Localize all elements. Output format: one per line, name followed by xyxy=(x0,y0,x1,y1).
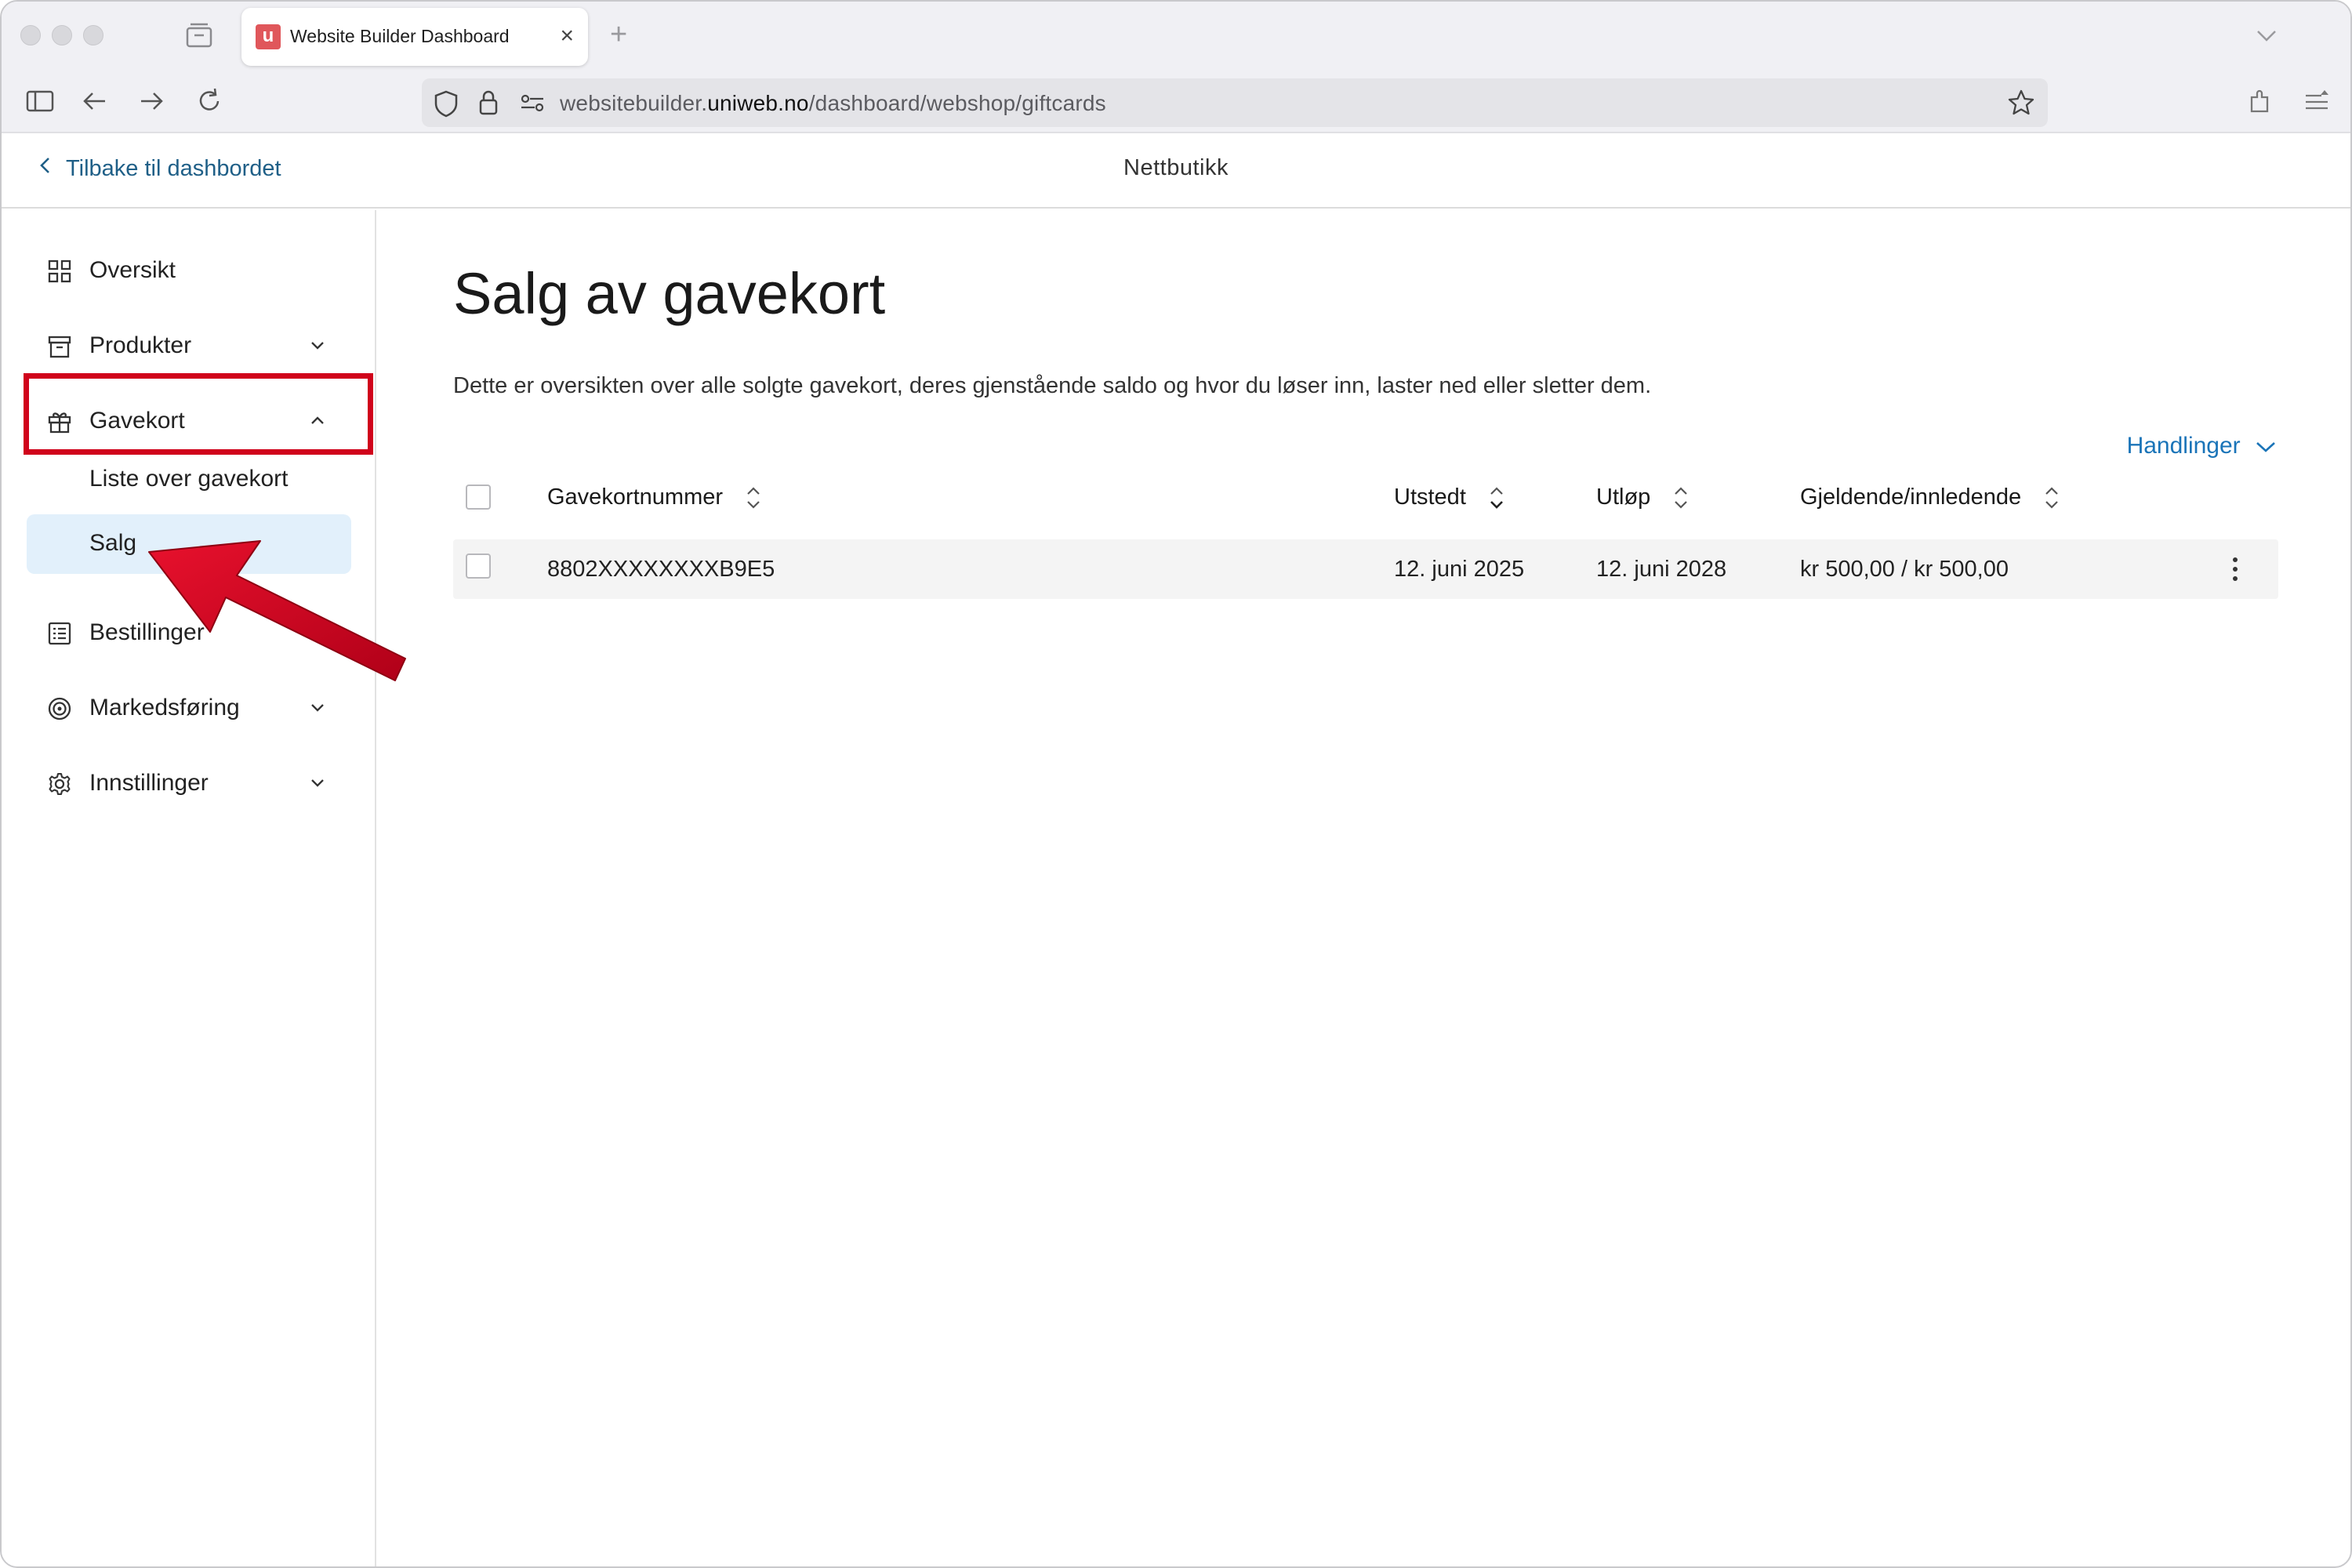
list-icon xyxy=(48,622,71,645)
chevron-up-icon xyxy=(311,416,324,424)
chevron-down-icon xyxy=(311,704,324,712)
sidebar-item-bestillinger[interactable]: Bestillinger xyxy=(27,602,356,663)
sidebar-subitem-label: Salg xyxy=(89,530,137,556)
close-tab-icon[interactable]: × xyxy=(560,20,574,52)
select-all-checkbox[interactable] xyxy=(466,485,491,510)
grid-icon xyxy=(48,260,71,283)
lock-icon[interactable] xyxy=(477,89,500,116)
reload-icon[interactable] xyxy=(194,86,224,116)
tab-overview-icon[interactable] xyxy=(185,22,213,49)
sidebar-item-label: Gavekort xyxy=(89,408,185,434)
close-window-button[interactable] xyxy=(20,25,41,45)
sidebar-item-label: Oversikt xyxy=(89,257,176,283)
table-header: Gavekortnummer Utstedt Utløp Gjeldende/i… xyxy=(453,472,2278,524)
sidebar-item-gavekort[interactable]: Gavekort xyxy=(27,390,356,452)
page-description: Dette er oversikten over alle solgte gav… xyxy=(453,373,1652,398)
chevron-down-icon xyxy=(2256,442,2275,452)
browser-tab-active[interactable]: u Website Builder Dashboard × xyxy=(241,8,588,66)
actions-label: Handlinger xyxy=(2126,433,2241,459)
column-header-utstedt[interactable]: Utstedt xyxy=(1394,485,1505,511)
extensions-icon[interactable] xyxy=(2245,86,2275,116)
sidebar-subitem-label: Liste over gavekort xyxy=(89,466,289,492)
app-header: Tilbake til dashbordet Nettbutikk xyxy=(2,133,2350,209)
expiry-date: 12. juni 2028 xyxy=(1596,557,1727,582)
more-options-icon[interactable] xyxy=(2231,555,2239,583)
back-arrow-icon[interactable] xyxy=(80,86,110,116)
maximize-window-button[interactable] xyxy=(83,25,103,45)
sidebar-item-label: Markedsføring xyxy=(89,695,240,720)
tab-title: Website Builder Dashboard xyxy=(290,26,510,46)
sidebar-subitem-salg[interactable]: Salg xyxy=(27,514,351,574)
row-checkbox[interactable] xyxy=(466,554,491,579)
sort-icon xyxy=(2045,487,2058,509)
minimize-window-button[interactable] xyxy=(52,25,72,45)
page-title: Salg av gavekort xyxy=(453,261,886,326)
chevron-down-icon xyxy=(311,779,324,787)
navigation-bar: websitebuilder.uniweb.no/dashboard/websh… xyxy=(2,71,2350,133)
bookmark-star-icon[interactable] xyxy=(2007,89,2035,117)
gift-icon xyxy=(48,412,71,434)
archive-box-icon xyxy=(48,336,71,358)
forward-arrow-icon[interactable] xyxy=(136,86,166,116)
issued-date: 12. juni 2025 xyxy=(1394,557,1525,582)
sort-icon xyxy=(1675,487,1688,509)
address-bar[interactable]: websitebuilder.uniweb.no/dashboard/websh… xyxy=(422,78,2048,127)
favicon-icon: u xyxy=(256,24,281,49)
target-icon xyxy=(48,697,71,720)
tab-strip: u Website Builder Dashboard × + xyxy=(2,2,2350,71)
sidebar-item-oversikt[interactable]: Oversikt xyxy=(27,240,356,301)
url-text[interactable]: websitebuilder.uniweb.no/dashboard/websh… xyxy=(560,91,1106,116)
sidebar-item-label: Bestillinger xyxy=(89,619,205,645)
site-settings-icon[interactable] xyxy=(519,93,546,113)
sort-icon xyxy=(747,487,760,509)
shield-icon[interactable] xyxy=(433,89,459,118)
table-row[interactable]: 8802XXXXXXXXB9E5 12. juni 2025 12. juni … xyxy=(453,539,2278,599)
column-header-gavekortnummer[interactable]: Gavekortnummer xyxy=(547,485,762,511)
giftcard-number: 8802XXXXXXXXB9E5 xyxy=(547,557,775,582)
sidebar-item-markedsforing[interactable]: Markedsføring xyxy=(27,677,356,739)
sidebar-subitem-liste-over-gavekort[interactable]: Liste over gavekort xyxy=(27,450,351,510)
browser-window: u Website Builder Dashboard × + websiteb… xyxy=(0,0,2352,1568)
actions-dropdown[interactable]: Handlinger xyxy=(2127,433,2277,459)
sort-icon xyxy=(1490,487,1503,510)
balance: kr 500,00 / kr 500,00 xyxy=(1800,557,2009,582)
chevron-down-icon xyxy=(311,342,324,350)
app-title: Nettbutikk xyxy=(1123,155,1229,180)
sidebar-toggle-icon[interactable] xyxy=(25,86,55,116)
chevron-down-icon[interactable] xyxy=(2255,24,2278,47)
sidebar-item-produkter[interactable]: Produkter xyxy=(27,315,356,376)
sidebar-item-label: Innstillinger xyxy=(89,770,209,796)
gear-icon xyxy=(49,772,71,796)
sidebar: Oversikt Produkter Gavekort Liste over g… xyxy=(2,210,376,1566)
menu-icon[interactable] xyxy=(2302,86,2332,116)
sidebar-item-label: Produkter xyxy=(89,332,192,358)
new-tab-icon[interactable]: + xyxy=(610,17,627,52)
column-header-utlop[interactable]: Utløp xyxy=(1596,485,1690,511)
sidebar-item-innstillinger[interactable]: Innstillinger xyxy=(27,753,356,814)
column-header-gjeldende-innledende[interactable]: Gjeldende/innledende xyxy=(1800,485,2060,511)
